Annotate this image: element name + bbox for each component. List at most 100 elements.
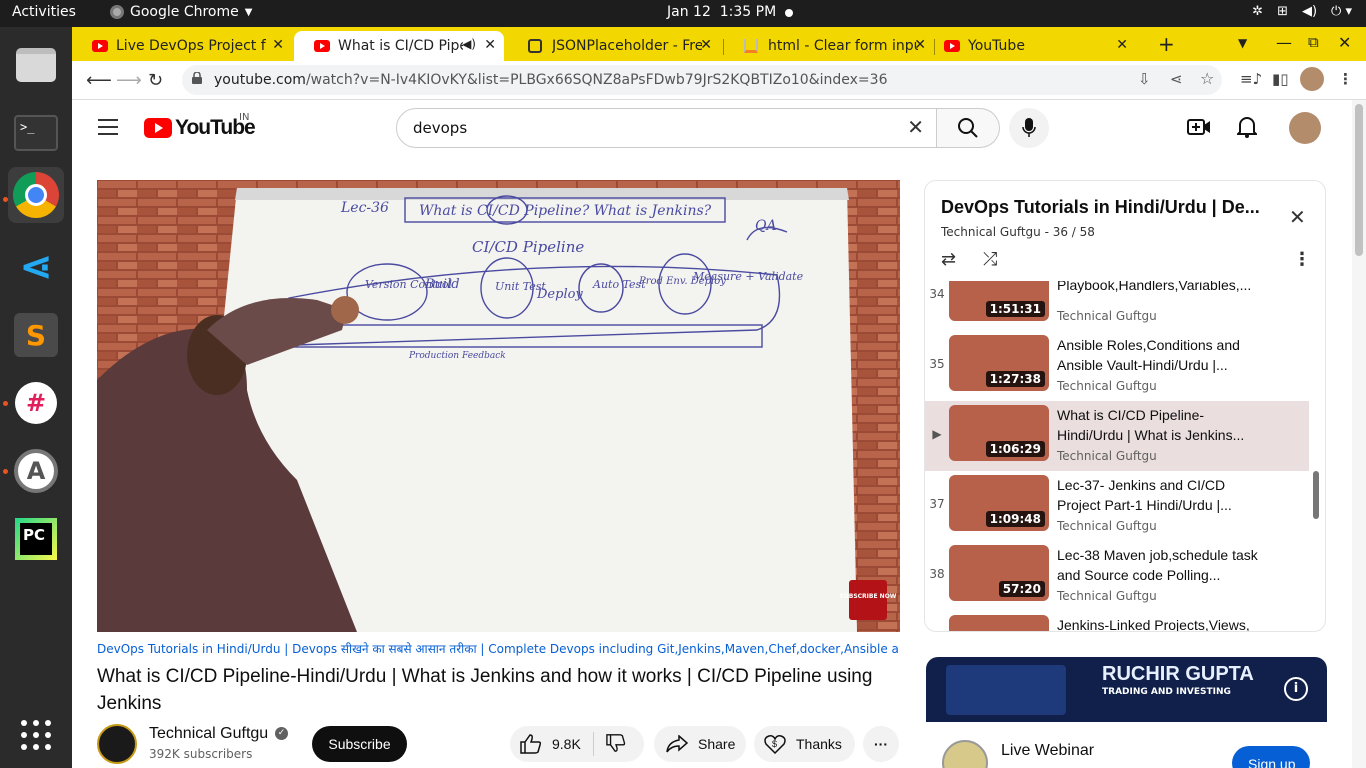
dock-software[interactable]: A xyxy=(8,443,64,499)
playlist-item-channel: Technical Guftgu xyxy=(1057,309,1157,323)
share-page-icon[interactable]: ⋖ xyxy=(1170,70,1183,88)
dock-vscode[interactable]: ⋖ xyxy=(8,239,64,295)
more-horizontal-icon: ··· xyxy=(874,736,888,752)
reload-button[interactable]: ↻ xyxy=(148,70,163,91)
channel-name[interactable]: Technical Guftgu xyxy=(149,725,268,743)
hamburger-menu-icon[interactable] xyxy=(98,119,118,135)
close-tab-icon[interactable]: ✕ xyxy=(700,37,712,53)
channel-avatar[interactable] xyxy=(97,724,137,764)
close-tab-icon[interactable]: ✕ xyxy=(484,37,496,53)
playlist-item-title: Lec-37- Jenkins and CI/CD Project Part-1… xyxy=(1057,477,1232,513)
chrome-menu-icon[interactable]: ⋮ xyxy=(1338,70,1353,88)
system-tray[interactable]: ✲ ⊞ ◀) ⏻ ▾ xyxy=(1252,4,1352,19)
more-actions-button[interactable]: ··· xyxy=(863,726,899,762)
playlist-scrollbar[interactable] xyxy=(1313,471,1319,519)
advertiser-avatar[interactable] xyxy=(942,740,988,768)
notifications-bell-icon[interactable] xyxy=(1237,116,1257,138)
playlist-item[interactable]: Jenkins-Linked Projects,Views, xyxy=(925,611,1309,631)
clock[interactable]: Jan 12 1:35 PM xyxy=(667,4,776,20)
create-video-icon[interactable] xyxy=(1187,116,1211,138)
ad-title[interactable]: Live Webinar xyxy=(1001,742,1094,760)
playlist-item-current[interactable]: ▶ 1:06:29 What is CI/CD Pipeline-Hindi/U… xyxy=(925,401,1309,471)
tab-youtube[interactable]: YouTube ✕ xyxy=(924,31,1136,61)
playlist-item[interactable]: 35 1:27:38 Ansible Roles,Conditions and … xyxy=(925,331,1309,401)
clear-search-icon[interactable]: ✕ xyxy=(907,115,924,139)
close-playlist-icon[interactable]: ✕ xyxy=(1289,205,1306,229)
vscode-icon: ⋖ xyxy=(19,244,53,290)
dock-files[interactable] xyxy=(8,37,64,93)
dock-terminal[interactable]: >_ xyxy=(8,105,64,161)
app-menu[interactable]: Google Chrome ▼ xyxy=(110,4,252,20)
video-player[interactable]: Lec-36 What is CI/CD Pipeline? What is J… xyxy=(97,180,900,632)
power-icon[interactable]: ⏻ ▾ xyxy=(1331,4,1352,19)
ad-banner[interactable]: RUCHIR GUPTA TRADING AND INVESTING i xyxy=(926,657,1327,722)
search-box[interactable]: devops ✕ xyxy=(396,108,937,148)
thanks-button[interactable]: $ Thanks xyxy=(754,726,855,762)
dock-slack[interactable]: # xyxy=(8,375,64,431)
wb-qa: QA xyxy=(755,218,777,234)
audio-playing-icon[interactable]: ◀) xyxy=(462,37,476,51)
dock-chrome[interactable] xyxy=(8,167,64,223)
ad-sign-up-button[interactable]: Sign up xyxy=(1232,746,1310,768)
tab-strip: Live DevOps Project f ✕ What is CI/CD Pi… xyxy=(72,27,1366,61)
activities-button[interactable]: Activities xyxy=(12,4,76,20)
close-tab-icon[interactable]: ✕ xyxy=(272,37,284,53)
voice-search-button[interactable] xyxy=(1009,108,1049,148)
tab-cicd-pipeline[interactable]: What is CI/CD Pipe ◀) ✕ xyxy=(294,31,504,61)
playlist-title[interactable]: DevOps Tutorials in Hindi/Urdu | De... xyxy=(941,197,1281,218)
playlist-item[interactable]: 37 1:09:48 Lec-37- Jenkins and CI/CD Pro… xyxy=(925,471,1309,541)
playlist-link[interactable]: DevOps Tutorials in Hindi/Urdu | Devops … xyxy=(97,640,900,657)
minimize-button[interactable]: — xyxy=(1276,33,1292,52)
sublime-icon: S xyxy=(14,313,58,357)
dock-sublime[interactable]: S xyxy=(8,307,64,363)
bookmark-star-icon[interactable]: ☆ xyxy=(1200,69,1214,88)
clock-time: 1:35 PM xyxy=(719,4,777,20)
install-app-icon[interactable]: ⇩ xyxy=(1138,70,1151,88)
share-label: Share xyxy=(698,736,736,752)
playlist-item[interactable]: 34 1:51:31 Playbook,Handlers,Variables,.… xyxy=(925,281,1309,331)
new-tab-button[interactable]: + xyxy=(1158,32,1175,56)
tab-jsonplaceholder[interactable]: JSONPlaceholder - Fre ✕ xyxy=(508,31,720,61)
dock-app-grid[interactable] xyxy=(8,707,64,763)
playlist-item[interactable]: 38 57:20 Lec-38 Maven job,schedule task … xyxy=(925,541,1309,611)
tab-search-chevron-icon[interactable]: ▼ xyxy=(1238,36,1247,50)
shuffle-icon[interactable]: ⤮ xyxy=(983,249,997,270)
wb-heading: What is CI/CD Pipeline? What is Jenkins? xyxy=(419,203,712,219)
playlist-panel: DevOps Tutorials in Hindi/Urdu | De... T… xyxy=(924,180,1326,632)
ad-row: Live Webinar Sign up xyxy=(926,730,1326,768)
side-panel-icon[interactable]: ▮▯ xyxy=(1272,70,1289,88)
forward-button[interactable]: ⟶ xyxy=(116,70,142,91)
youtube-logo[interactable]: YouTube IN xyxy=(144,112,256,140)
video-duration: 1:09:48 xyxy=(985,511,1045,527)
dock-pycharm[interactable]: PC xyxy=(8,511,64,567)
share-button[interactable]: Share xyxy=(654,726,746,762)
dislike-button[interactable] xyxy=(606,733,626,756)
search-input[interactable]: devops xyxy=(413,119,467,137)
search-button[interactable] xyxy=(937,108,1000,148)
running-indicator-icon xyxy=(3,469,8,474)
like-button[interactable]: 9.8K xyxy=(520,734,581,754)
maximize-button[interactable]: ⧉ xyxy=(1308,33,1319,51)
loop-playlist-icon[interactable]: ⇄ xyxy=(941,249,956,270)
page-scrollbar-thumb[interactable] xyxy=(1355,104,1363,256)
subscribe-button[interactable]: Subscribe xyxy=(312,726,407,762)
tab-stackoverflow[interactable]: html - Clear form inpu ✕ xyxy=(724,31,934,61)
back-button[interactable]: ⟵ xyxy=(86,70,112,91)
tab-live-devops[interactable]: Live DevOps Project f ✕ xyxy=(72,31,292,61)
address-bar[interactable]: youtube.com/watch?v=N-Iv4KIOvKY&list=PLB… xyxy=(182,65,1222,95)
account-avatar[interactable] xyxy=(1289,112,1321,144)
page-scrollbar[interactable] xyxy=(1352,100,1366,768)
thumbs-up-icon xyxy=(520,734,542,754)
ad-info-icon[interactable]: i xyxy=(1284,677,1308,701)
media-controls-icon[interactable]: ≡♪ xyxy=(1240,70,1262,88)
playlist-items: 34 1:51:31 Playbook,Handlers,Variables,.… xyxy=(925,281,1325,631)
accessibility-icon[interactable]: ✲ xyxy=(1252,4,1263,19)
playlist-meta: Technical Guftgu - 36 / 58 xyxy=(941,225,1095,239)
close-window-button[interactable]: ✕ xyxy=(1338,33,1351,52)
profile-avatar[interactable] xyxy=(1300,67,1324,91)
playlist-menu-icon[interactable]: ⋮ xyxy=(1293,249,1311,270)
network-icon[interactable]: ⊞ xyxy=(1277,4,1288,19)
volume-icon[interactable]: ◀) xyxy=(1302,4,1317,19)
video-duration: 57:20 xyxy=(998,581,1045,597)
close-tab-icon[interactable]: ✕ xyxy=(1116,37,1128,53)
